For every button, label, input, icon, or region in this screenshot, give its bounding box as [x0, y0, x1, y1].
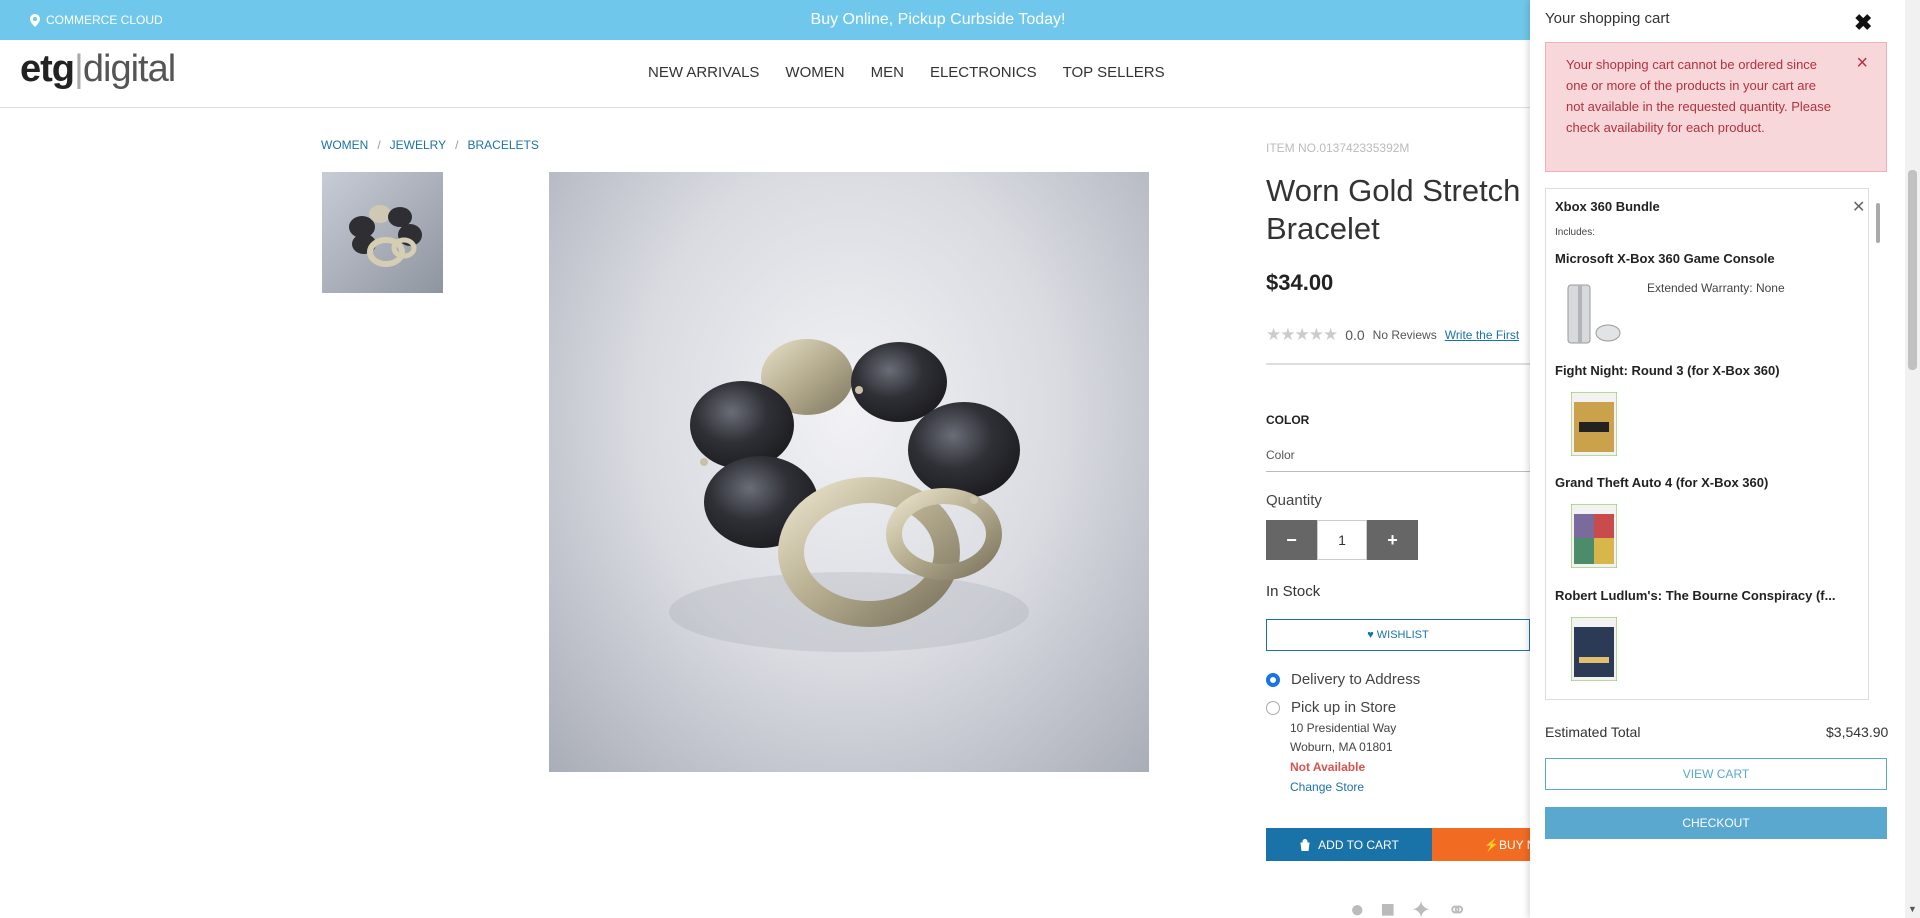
- dismiss-alert-button[interactable]: ×: [1856, 53, 1868, 74]
- view-cart-button[interactable]: VIEW CART: [1545, 758, 1887, 790]
- page: COMMERCE CLOUD Buy Online, Pickup Curbsi…: [0, 0, 1920, 918]
- quantity-label: Quantity: [1266, 492, 1322, 509]
- pinterest-icon[interactable]: ●: [1350, 896, 1365, 918]
- bracelet-image: [669, 339, 1029, 652]
- radio-unselected-icon: [1266, 700, 1280, 715]
- scroll-down-icon[interactable]: ▼: [1908, 904, 1917, 914]
- store-address-line2: Woburn, MA 01801: [1290, 740, 1393, 754]
- product-price: $34.00: [1266, 270, 1334, 295]
- estimated-total-label: Estimated Total: [1545, 724, 1641, 740]
- store-address-line1: 10 Presidential Way: [1290, 721, 1397, 735]
- nav-electronics[interactable]: ELECTRONICS: [930, 64, 1037, 81]
- nav-men[interactable]: MEN: [871, 64, 904, 81]
- cart-item-name[interactable]: Grand Theft Auto 4 (for X-Box 360): [1555, 475, 1768, 490]
- cart-item-name[interactable]: Fight Night: Round 3 (for X-Box 360): [1555, 363, 1780, 378]
- social-share: ● ■ ✦ ⚭: [1350, 896, 1467, 918]
- item-number: ITEM NO.013742335392M: [1266, 141, 1410, 155]
- minus-icon: −: [1286, 529, 1297, 550]
- cart-items-list: ✕ Xbox 360 Bundle Includes: Microsoft X-…: [1545, 188, 1869, 700]
- add-to-cart-label: ADD TO CART: [1318, 837, 1399, 852]
- breadcrumb-women[interactable]: WOMEN: [321, 138, 368, 152]
- rating-stars-icon: ★★★★★: [1266, 325, 1338, 344]
- breadcrumb-jewelry[interactable]: JEWELRY: [390, 138, 446, 152]
- main-nav: NEW ARRIVALS WOMEN MEN ELECTRONICS TOP S…: [648, 64, 1165, 81]
- logo-mark: etg: [20, 48, 75, 90]
- breadcrumb: WOMEN / JEWELRY / BRACELETS: [321, 138, 539, 152]
- nav-top-sellers[interactable]: TOP SELLERS: [1063, 64, 1165, 81]
- product-rating: ★★★★★ 0.0 No Reviews Write the First: [1266, 325, 1519, 345]
- facebook-icon[interactable]: ■: [1381, 896, 1396, 918]
- product-thumbnail[interactable]: [322, 172, 443, 293]
- store-availability: Not Available: [1290, 760, 1366, 774]
- radio-selected-icon: [1266, 672, 1280, 687]
- pickup-option[interactable]: Pick up in Store: [1266, 699, 1396, 716]
- write-review-link[interactable]: Write the First: [1445, 328, 1519, 342]
- quantity-input[interactable]: 1: [1317, 520, 1367, 560]
- checkout-button[interactable]: CHECKOUT: [1545, 807, 1887, 839]
- product-title: Worn Gold Stretch Bracelet: [1266, 173, 1521, 246]
- wishlist-label: WISHLIST: [1376, 629, 1429, 641]
- bundle-name[interactable]: Xbox 360 Bundle: [1555, 199, 1660, 214]
- buy-now-button[interactable]: ⚡BUY NOW: [1432, 828, 1532, 861]
- cart-scrollbar[interactable]: [1873, 188, 1885, 700]
- twitter-icon[interactable]: ✦: [1411, 896, 1431, 918]
- pickup-option-label: Pick up in Store: [1291, 699, 1397, 716]
- breadcrumb-bracelets[interactable]: BRACELETS: [467, 138, 538, 152]
- lightning-icon: ⚡: [1484, 837, 1499, 852]
- cart-item-warranty: Extended Warranty: None: [1647, 281, 1785, 295]
- rating-score: 0.0: [1345, 327, 1365, 343]
- page-scrollbar-thumb[interactable]: [1908, 170, 1917, 370]
- cart-title: Your shopping cart: [1545, 10, 1670, 27]
- product-main-image[interactable]: [549, 172, 1149, 772]
- alert-message: Your shopping cart cannot be ordered sin…: [1566, 57, 1831, 135]
- color-label: COLOR: [1266, 413, 1310, 427]
- wishlist-button[interactable]: ♥ WISHLIST: [1266, 619, 1530, 651]
- cart-item-name[interactable]: Robert Ludlum's: The Bourne Conspiracy (…: [1555, 588, 1835, 603]
- delivery-option[interactable]: Delivery to Address: [1266, 671, 1420, 688]
- bracelet-thumbnail-image: [349, 205, 422, 267]
- nav-women[interactable]: WOMEN: [785, 64, 844, 81]
- heart-icon: ♥: [1367, 629, 1374, 641]
- estimated-total-value: $3,543.90: [1826, 724, 1889, 740]
- cart-error-alert: Your shopping cart cannot be ordered sin…: [1545, 42, 1887, 172]
- color-select[interactable]: Color: [1266, 448, 1530, 472]
- decrease-quantity-button[interactable]: −: [1266, 520, 1317, 560]
- fight-night-cover-image: [1570, 391, 1618, 457]
- shopping-bag-icon: [1300, 838, 1310, 851]
- change-store-link[interactable]: Change Store: [1290, 780, 1364, 794]
- add-to-cart-button[interactable]: ADD TO CART: [1266, 828, 1432, 861]
- close-icon: ✖: [1854, 10, 1873, 35]
- divider: [1266, 363, 1530, 365]
- remove-item-button[interactable]: ✕: [1852, 197, 1865, 217]
- review-count: No Reviews: [1372, 328, 1437, 342]
- cart-scrollbar-thumb[interactable]: [1876, 203, 1880, 243]
- nav-new-arrivals[interactable]: NEW ARRIVALS: [648, 64, 759, 81]
- page-scrollbar[interactable]: ▼: [1905, 0, 1920, 918]
- logo-text: digital: [82, 48, 176, 90]
- logo-separator: |: [74, 48, 84, 90]
- xbox-console-image: [1564, 281, 1626, 347]
- plus-icon: +: [1387, 529, 1398, 550]
- stock-status: In Stock: [1266, 583, 1321, 600]
- gta4-cover-image: [1570, 503, 1618, 569]
- cart-item-name[interactable]: Microsoft X-Box 360 Game Console: [1555, 251, 1775, 266]
- breadcrumb-separator: /: [377, 138, 381, 152]
- site-logo[interactable]: etg|digital: [20, 48, 176, 91]
- quantity-stepper: − 1 +: [1266, 520, 1418, 560]
- buy-now-label: BUY NOW: [1498, 837, 1532, 852]
- delivery-option-label: Delivery to Address: [1291, 671, 1421, 688]
- bourne-cover-image: [1570, 616, 1618, 682]
- close-cart-button[interactable]: ✖: [1854, 10, 1872, 36]
- increase-quantity-button[interactable]: +: [1367, 520, 1418, 560]
- link-icon[interactable]: ⚭: [1447, 896, 1467, 918]
- breadcrumb-separator: /: [455, 138, 459, 152]
- bundle-includes-label: Includes:: [1555, 227, 1596, 238]
